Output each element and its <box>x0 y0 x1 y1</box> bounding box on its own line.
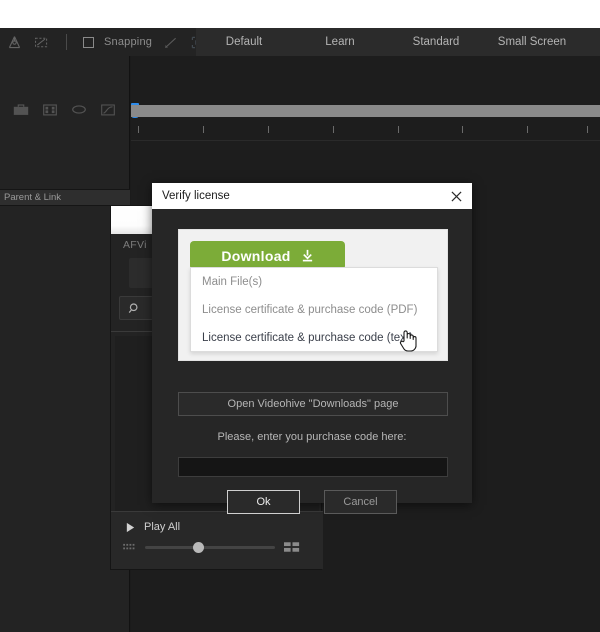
dropdown-item-main-files[interactable]: Main File(s) <box>191 268 437 296</box>
download-button[interactable]: Download <box>190 241 345 270</box>
toolbar-divider <box>66 34 67 50</box>
slider-knob[interactable] <box>193 541 204 553</box>
hand-pointer-cursor <box>399 330 417 352</box>
timeline-tick-row <box>131 126 600 136</box>
grid-blocks-icon[interactable] <box>284 542 301 552</box>
close-icon[interactable] <box>448 188 464 204</box>
plugin-panel-title: AFVi <box>123 239 147 251</box>
cancel-button[interactable]: Cancel <box>324 490 397 514</box>
dialog-body: Download Main File(s) License certificat… <box>152 209 472 514</box>
purchase-code-input[interactable] <box>178 457 448 477</box>
tool-group: Snapping <box>0 34 206 51</box>
ok-button[interactable]: Ok <box>227 490 300 514</box>
parent-and-link-label: Parent & Link <box>4 192 62 203</box>
open-downloads-page-button[interactable]: Open Videohive "Downloads" page <box>178 392 448 416</box>
search-icon <box>128 302 138 313</box>
download-button-label: Download <box>221 247 291 264</box>
parent-and-link-header: Parent & Link <box>0 189 130 206</box>
download-arrow-icon <box>302 249 312 262</box>
eraser-icon[interactable] <box>70 102 88 117</box>
layer-column-icon-row <box>0 56 129 117</box>
workspace-tab-small-screen[interactable]: Small Screen <box>484 28 580 56</box>
thumbnail-size-slider-row <box>111 533 323 553</box>
dialog-button-row: Ok Cancel <box>152 490 472 514</box>
snapping-checkbox[interactable] <box>83 36 94 48</box>
workspace-tab-standard[interactable]: Standard <box>388 28 484 56</box>
play-triangle-icon <box>126 522 135 532</box>
timeline-ruler[interactable] <box>131 105 600 117</box>
play-all-control[interactable]: Play All <box>111 512 323 533</box>
grid-dots-icon[interactable] <box>123 543 136 552</box>
toolbox-icon[interactable] <box>12 102 30 117</box>
workspace-tab-bar: Default Learn Standard Small Screen <box>196 28 600 56</box>
roto-brush-tool-icon[interactable] <box>33 34 50 51</box>
workspace-tab-learn[interactable]: Learn <box>292 28 388 56</box>
timeline-row-divider <box>131 140 600 141</box>
plugin-panel-footer: Play All <box>111 511 323 569</box>
graph-editor-icon[interactable] <box>99 102 117 117</box>
workspace-tab-default[interactable]: Default <box>196 28 292 56</box>
dialog-title-bar: Verify license <box>152 183 472 209</box>
dialog-title: Verify license <box>162 190 230 202</box>
verify-license-dialog: Verify license Download Main File(s) Lic… <box>152 183 472 514</box>
purchase-code-prompt: Please, enter you purchase code here: <box>217 431 407 443</box>
puppet-pin-tool-icon[interactable] <box>6 34 23 51</box>
thumbnail-size-slider[interactable] <box>145 541 275 553</box>
film-strip-icon[interactable] <box>41 102 59 117</box>
dropdown-item-license-pdf[interactable]: License certificate & purchase code (PDF… <box>191 296 437 324</box>
screen: Snapping Default Learn Standard Small Sc… <box>0 0 600 632</box>
pen-path-icon[interactable] <box>162 34 179 51</box>
snapping-label: Snapping <box>104 36 153 48</box>
play-all-label: Play All <box>144 521 181 533</box>
